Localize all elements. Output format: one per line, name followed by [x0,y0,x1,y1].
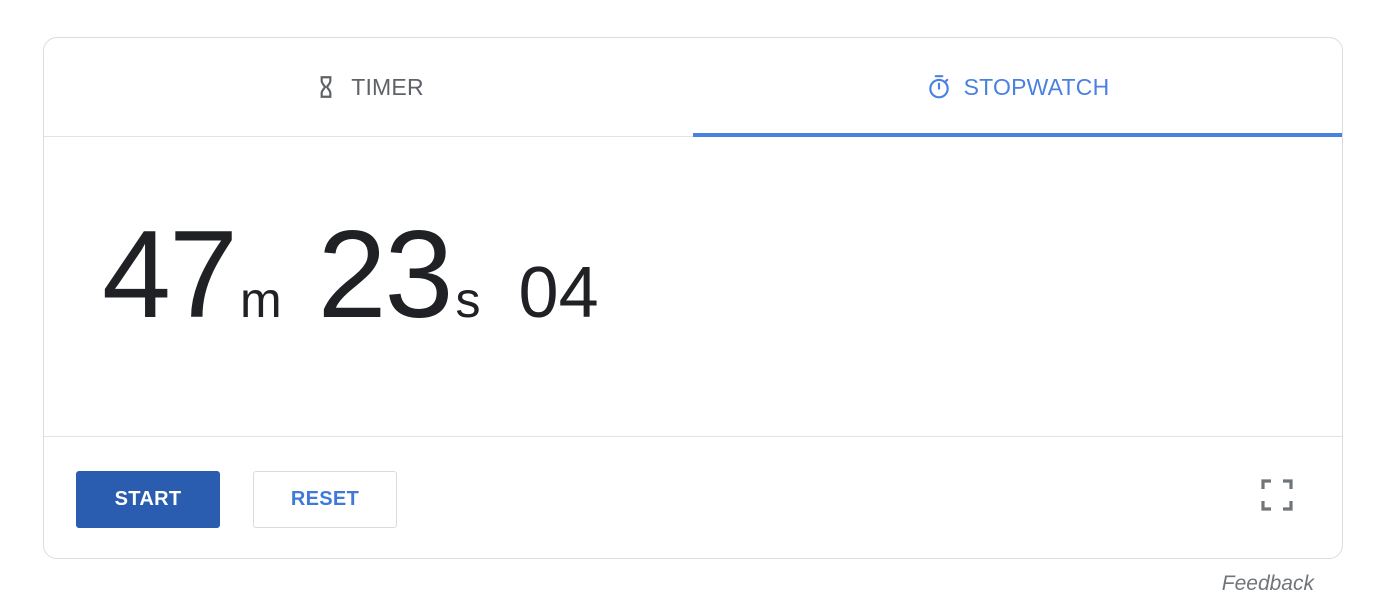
fullscreen-icon[interactable] [1260,478,1294,512]
hourglass-icon [320,76,332,98]
minutes-value: 47 [102,206,238,344]
active-tab-indicator [693,133,1342,137]
seconds-unit: s [455,272,481,328]
stopwatch-icon [928,75,949,99]
tab-stopwatch[interactable]: STOPWATCH [693,38,1342,137]
hundredths-value: 04 [518,253,599,333]
tab-timer-label: TIMER [351,73,424,100]
tab-timer[interactable]: TIMER [44,38,693,136]
tab-stopwatch-label: STOPWATCH [963,73,1110,100]
controls-divider [44,436,1342,437]
feedback-link[interactable]: Feedback [1222,572,1314,596]
stopwatch-card: TIMER STOPWATCH 47 m 23 s 04 START RESET [43,37,1343,559]
seconds-value: 23 [317,206,454,344]
reset-button[interactable]: RESET [253,471,397,528]
start-button[interactable]: START [76,471,220,528]
tab-bar: TIMER STOPWATCH [44,38,1342,137]
stopwatch-display: 47 m 23 s 04 [102,213,599,373]
minutes-unit: m [239,272,282,328]
